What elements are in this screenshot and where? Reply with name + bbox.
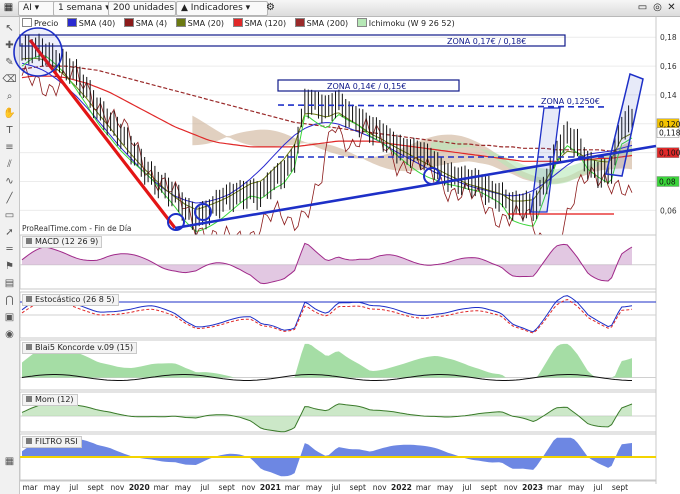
time-axis-label: jul bbox=[68, 483, 78, 492]
time-axis-label: sept bbox=[612, 483, 628, 492]
time-axis-label: nov bbox=[242, 483, 256, 492]
mom-panel-label[interactable]: Mom (12) bbox=[22, 394, 78, 406]
time-axis-label: 2021 bbox=[260, 483, 281, 492]
time-axis-label: mar bbox=[285, 483, 301, 492]
price-tick-label: 0,16 bbox=[660, 62, 677, 71]
zone-label-3: ZONA 0,1250€ bbox=[541, 97, 600, 106]
price-tick-label: 0,06 bbox=[660, 206, 677, 215]
time-axis-label: 2022 bbox=[391, 483, 412, 492]
time-axis-label: mar bbox=[23, 483, 39, 492]
time-axis-label: may bbox=[306, 483, 323, 492]
time-axis-label: nov bbox=[504, 483, 518, 492]
main-legend: Precio SMA (40) SMA (4) SMA (20) SMA (12… bbox=[22, 18, 455, 29]
time-axis-label: jul bbox=[593, 483, 603, 492]
blai5-panel-label[interactable]: Blai5 Koncorde v.09 (15) bbox=[22, 342, 138, 354]
time-axis-label: jul bbox=[462, 483, 472, 492]
legend-sma40[interactable]: SMA (40) bbox=[66, 18, 115, 28]
price-tick-label: 0,14 bbox=[660, 91, 677, 100]
time-axis-label: jul bbox=[330, 483, 340, 492]
bull-channel-2 bbox=[605, 72, 644, 177]
time-axis-label: sept bbox=[350, 483, 366, 492]
time-axis-label: may bbox=[44, 483, 61, 492]
ichimoku-cloud-bull bbox=[430, 140, 632, 185]
time-axis-label: may bbox=[175, 483, 192, 492]
stoch-panel-label[interactable]: Estocástico (26 8 5) bbox=[22, 294, 119, 306]
macd-panel-label[interactable]: MACD (12 26 9) bbox=[22, 236, 103, 248]
time-axis-label: may bbox=[437, 483, 454, 492]
circle-top bbox=[13, 27, 63, 77]
time-axis: mar may jul sept nov 2020 mar may jul sept nov 2021… bbox=[20, 480, 656, 492]
legend-sma120[interactable]: SMA (120) bbox=[232, 18, 286, 28]
legend-ichimoku[interactable]: Ichimoku (W 9 26 52) bbox=[356, 18, 455, 28]
zone-label-2: ZONA 0,14€ / 0,15€ bbox=[327, 82, 406, 91]
time-axis-label: nov bbox=[373, 483, 387, 492]
time-axis-label: jul bbox=[199, 483, 209, 492]
last-value-label: 0,118 bbox=[659, 129, 680, 138]
price-tick-label: 0,18 bbox=[660, 33, 677, 42]
legend-sma4[interactable]: SMA (4) bbox=[123, 18, 167, 28]
time-axis-label: sept bbox=[219, 483, 235, 492]
time-axis-label: nov bbox=[111, 483, 125, 492]
last-value-label: 0,100 bbox=[659, 149, 680, 158]
zone-label-1: ZONA 0,17€ / 0,18€ bbox=[447, 37, 526, 46]
legend-sma200[interactable]: SMA (200) bbox=[294, 18, 348, 28]
time-axis-label: 2023 bbox=[522, 483, 543, 492]
source-text: ProRealTime.com - Fin de Día bbox=[22, 224, 132, 233]
time-axis-label: sept bbox=[87, 483, 103, 492]
rsi-panel-label[interactable]: FILTRO RSI bbox=[22, 436, 82, 448]
time-axis-label: 2020 bbox=[129, 483, 150, 492]
legend-price[interactable]: Precio bbox=[22, 18, 58, 28]
time-axis-label: mar bbox=[154, 483, 170, 492]
time-axis-label: mar bbox=[547, 483, 563, 492]
time-axis-label: sept bbox=[481, 483, 497, 492]
legend-sma20[interactable]: SMA (20) bbox=[175, 18, 224, 28]
time-axis-label: mar bbox=[416, 483, 432, 492]
price-axis: 0,180,160,140,120,100,080,060,1200,1180,… bbox=[655, 17, 680, 484]
time-axis-label: may bbox=[568, 483, 585, 492]
last-value-label: 0,08 bbox=[659, 178, 676, 187]
